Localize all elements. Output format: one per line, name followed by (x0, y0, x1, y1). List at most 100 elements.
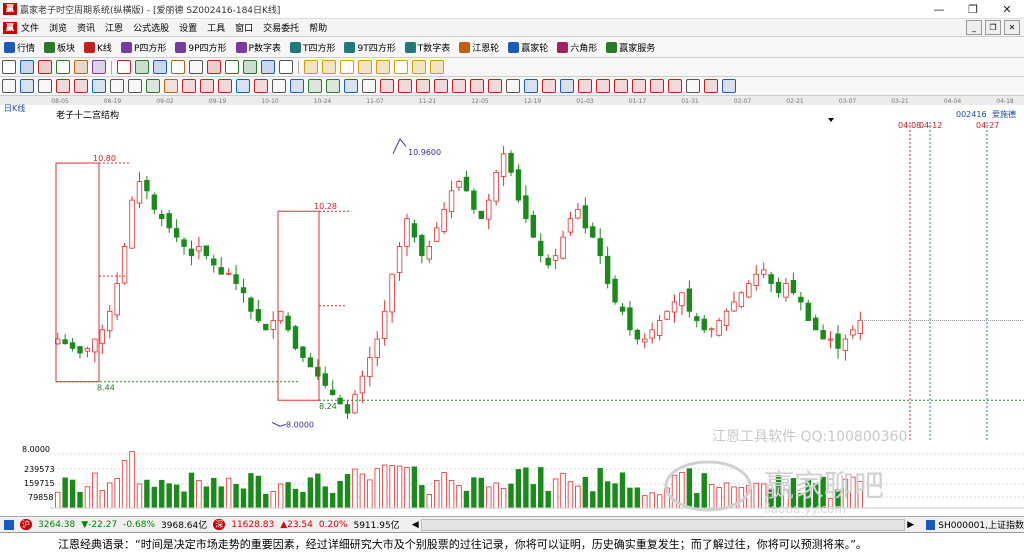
analysis-tool-icon-29[interactable] (524, 79, 538, 93)
menu-formula[interactable]: 公式选股 (133, 21, 169, 34)
analysis-tool-icon-39[interactable] (704, 79, 718, 93)
analysis-tool-icon-23[interactable] (416, 79, 430, 93)
analysis-tool-icon-0[interactable] (2, 79, 16, 93)
analysis-tool-icon-30[interactable] (542, 79, 556, 93)
analysis-tool-icon-4[interactable] (74, 79, 88, 93)
analysis-tool-icon-2[interactable] (38, 79, 52, 93)
draw-tool-icon-19[interactable] (358, 60, 372, 74)
menu-trade[interactable]: 交易委托 (263, 21, 299, 34)
draw-tool-icon-0[interactable] (2, 60, 16, 74)
dropdown-icon[interactable] (828, 118, 834, 122)
menu-file[interactable]: 文件 (21, 21, 39, 34)
mdi-minimize-icon[interactable]: _ (966, 20, 982, 35)
draw-tool-icon-16[interactable] (304, 60, 318, 74)
menu-gann[interactable]: 江恩 (105, 21, 123, 34)
horizontal-scrollbar[interactable] (420, 518, 906, 531)
analysis-tool-icon-28[interactable] (506, 79, 520, 93)
toolbar-btn-7[interactable]: 9T四方形 (344, 41, 396, 54)
draw-tool-icon-2[interactable] (38, 60, 52, 74)
analysis-tool-icon-25[interactable] (452, 79, 466, 93)
analysis-tool-icon-31[interactable] (560, 79, 574, 93)
draw-tool-icon-6[interactable] (117, 60, 131, 74)
analysis-tool-icon-21[interactable] (380, 79, 394, 93)
analysis-tool-icon-17[interactable] (308, 79, 322, 93)
close-icon[interactable]: ✕ (990, 0, 1024, 18)
analysis-tool-icon-26[interactable] (470, 79, 484, 93)
toolbar-btn-4[interactable]: 9P四方形 (175, 41, 227, 54)
draw-tool-icon-13[interactable] (243, 60, 257, 74)
analysis-tool-icon-16[interactable] (290, 79, 304, 93)
draw-tool-icon-9[interactable] (171, 60, 185, 74)
mdi-restore-icon[interactable]: ❐ (985, 20, 1001, 35)
analysis-tool-icon-20[interactable] (362, 79, 376, 93)
draw-tool-icon-10[interactable] (189, 60, 203, 74)
draw-tool-icon-1[interactable] (20, 60, 34, 74)
analysis-tool-icon-18[interactable] (326, 79, 340, 93)
menu-settings[interactable]: 设置 (179, 21, 197, 34)
analysis-tool-icon-37[interactable] (668, 79, 682, 93)
scrollbar-left-icon[interactable]: ◀ (412, 520, 419, 530)
draw-tool-icon-17[interactable] (322, 60, 336, 74)
menu-help[interactable]: 帮助 (309, 21, 327, 34)
analysis-tool-icon-36[interactable] (650, 79, 664, 93)
draw-tool-icon-7[interactable] (135, 60, 149, 74)
analysis-tool-icon-3[interactable] (56, 79, 70, 93)
analysis-tool-icon-7[interactable] (128, 79, 142, 93)
kline-chart[interactable]: 08-05 08-19 09-02 09-19 10-10 10-24 11-07 11-21… (0, 96, 1024, 516)
analysis-tool-icon-38[interactable] (686, 79, 700, 93)
analysis-tool-icon-15[interactable] (272, 79, 286, 93)
analysis-tool-icon-1[interactable] (20, 79, 34, 93)
minimize-icon[interactable]: — (922, 0, 956, 18)
analysis-tool-icon-9[interactable] (164, 79, 178, 93)
grid-icon[interactable] (4, 519, 15, 530)
analysis-tool-icon-32[interactable] (578, 79, 592, 93)
draw-tool-icon-4[interactable] (74, 60, 88, 74)
toolbar-btn-5[interactable]: P数字表 (235, 41, 281, 54)
analysis-tool-icon-22[interactable] (398, 79, 412, 93)
toolbar-btn-1[interactable]: 板块 (44, 41, 75, 54)
menu-browse[interactable]: 浏览 (49, 21, 67, 34)
draw-tool-icon-11[interactable] (207, 60, 221, 74)
draw-tool-icon-3[interactable] (56, 60, 70, 74)
toolbar-btn-12[interactable]: 赢家服务 (606, 41, 655, 54)
draw-tool-icon-21[interactable] (394, 60, 408, 74)
analysis-tool-icon-33[interactable] (596, 79, 610, 93)
menu-app-icon[interactable]: 赢 (3, 21, 17, 34)
draw-tool-icon-5[interactable] (92, 60, 106, 74)
scrollbar-right-icon[interactable]: ▶ (907, 520, 914, 530)
analysis-tool-icon-14[interactable] (254, 79, 268, 93)
draw-tool-icon-14[interactable] (261, 60, 275, 74)
analysis-tool-icon-6[interactable] (110, 79, 124, 93)
analysis-tool-icon-11[interactable] (200, 79, 214, 93)
analysis-tool-icon-13[interactable] (236, 79, 250, 93)
analysis-tool-icon-8[interactable] (146, 79, 160, 93)
analysis-tool-icon-24[interactable] (434, 79, 448, 93)
menu-info[interactable]: 资讯 (77, 21, 95, 34)
menu-tools[interactable]: 工具 (207, 21, 225, 34)
menu-window[interactable]: 窗口 (235, 21, 253, 34)
draw-tool-icon-22[interactable] (412, 60, 426, 74)
draw-tool-icon-15[interactable] (279, 60, 293, 74)
toolbar-btn-6[interactable]: T四方形 (289, 41, 335, 54)
toolbar-btn-8[interactable]: T数字表 (404, 41, 450, 54)
analysis-tool-icon-10[interactable] (182, 79, 196, 93)
analysis-tool-icon-12[interactable] (218, 79, 232, 93)
toolbar-btn-11[interactable]: 六角形 (557, 41, 597, 54)
draw-tool-icon-20[interactable] (376, 60, 390, 74)
toolbar-btn-3[interactable]: P四方形 (120, 41, 166, 54)
toolbar-btn-10[interactable]: 赢家轮 (508, 41, 548, 54)
mdi-close-icon[interactable]: ✕ (1004, 20, 1020, 35)
toolbar-btn-2[interactable]: K线 (84, 41, 112, 54)
analysis-tool-icon-5[interactable] (92, 79, 106, 93)
toolbar-btn-0[interactable]: 行情 (4, 41, 35, 54)
draw-tool-icon-12[interactable] (225, 60, 239, 74)
restore-icon[interactable]: ❐ (956, 0, 990, 18)
analysis-tool-icon-34[interactable] (614, 79, 628, 93)
toolbar-btn-9[interactable]: 江恩轮 (459, 41, 499, 54)
analysis-tool-icon-35[interactable] (632, 79, 646, 93)
draw-tool-icon-18[interactable] (340, 60, 354, 74)
analysis-tool-icon-40[interactable] (722, 79, 736, 93)
draw-tool-icon-23[interactable] (430, 60, 444, 74)
analysis-tool-icon-19[interactable] (344, 79, 358, 93)
analysis-tool-icon-27[interactable] (488, 79, 502, 93)
